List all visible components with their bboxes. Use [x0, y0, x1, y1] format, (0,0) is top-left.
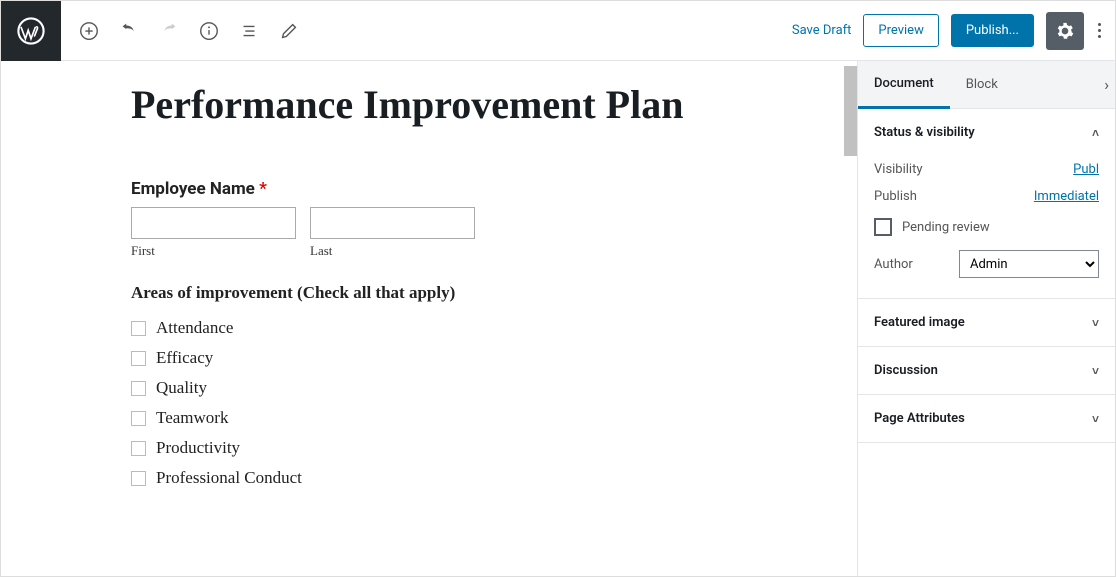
- list-item: Quality: [131, 373, 827, 403]
- undo-button[interactable]: [109, 11, 149, 51]
- author-select[interactable]: Admin: [959, 250, 1099, 278]
- panel-discussion: Discussion˅: [858, 347, 1115, 395]
- toolbar-left-group: [69, 11, 309, 51]
- checkbox-icon[interactable]: [131, 411, 146, 426]
- chevron-right-icon: ›: [1104, 75, 1115, 94]
- employee-name-label: Employee Name *: [131, 179, 827, 199]
- name-fields-row: First Last: [131, 207, 827, 259]
- last-name-column: Last: [310, 207, 475, 259]
- checkbox-label: Teamwork: [156, 408, 228, 428]
- page-title[interactable]: Performance Improvement Plan: [131, 81, 751, 129]
- visibility-value-link[interactable]: Publ: [1073, 162, 1099, 177]
- last-sublabel: Last: [310, 243, 475, 259]
- checkbox-label: Quality: [156, 378, 207, 398]
- tab-block[interactable]: Block: [950, 61, 1014, 109]
- add-block-button[interactable]: [69, 11, 109, 51]
- checkbox-icon[interactable]: [131, 381, 146, 396]
- list-item: Teamwork: [131, 403, 827, 433]
- outline-button[interactable]: [229, 11, 269, 51]
- first-sublabel: First: [131, 243, 296, 259]
- panel-status-visibility: Status & visibility˄ Visibility Publ Pub…: [858, 109, 1115, 299]
- author-row: Author Admin: [874, 240, 1099, 282]
- author-label: Author: [874, 257, 913, 272]
- checkbox-label: Attendance: [156, 318, 233, 338]
- list-item: Attendance: [131, 313, 827, 343]
- publish-label: Publish: [874, 189, 917, 204]
- panel-header-featured-image[interactable]: Featured image˅: [858, 299, 1115, 346]
- chevron-up-icon: ˄: [1092, 126, 1099, 140]
- toolbar-right-group: Save Draft Preview Publish...: [792, 12, 1115, 50]
- panel-header-status[interactable]: Status & visibility˄: [858, 109, 1115, 156]
- checkbox-icon[interactable]: [131, 441, 146, 456]
- settings-sidebar: Document Block › Status & visibility˄ Vi…: [857, 61, 1115, 576]
- save-draft-button[interactable]: Save Draft: [792, 23, 852, 38]
- chevron-down-icon: ˅: [1092, 412, 1099, 426]
- list-item: Professional Conduct: [131, 463, 827, 493]
- chevron-down-icon: ˅: [1092, 316, 1099, 330]
- main-area: ▴ Performance Improvement Plan Employee …: [1, 61, 1115, 576]
- publish-value-link[interactable]: Immediatel: [1034, 189, 1099, 204]
- publish-button[interactable]: Publish...: [951, 14, 1034, 47]
- tab-document[interactable]: Document: [858, 61, 950, 109]
- areas-label: Areas of improvement (Check all that app…: [131, 283, 827, 303]
- areas-checklist: Attendance Efficacy Quality Teamwork Pro…: [131, 313, 827, 493]
- panel-featured-image: Featured image˅: [858, 299, 1115, 347]
- visibility-row: Visibility Publ: [874, 156, 1099, 183]
- checkbox-icon[interactable]: [131, 321, 146, 336]
- preview-button[interactable]: Preview: [863, 14, 938, 47]
- chevron-down-icon: ˅: [1092, 364, 1099, 378]
- checkbox-label: Productivity: [156, 438, 240, 458]
- wordpress-logo[interactable]: [1, 1, 61, 61]
- more-options-button[interactable]: [1096, 19, 1103, 42]
- first-name-column: First: [131, 207, 296, 259]
- panel-page-attributes: Page Attributes˅: [858, 395, 1115, 443]
- sidebar-tabs: Document Block ›: [858, 61, 1115, 109]
- list-item: Efficacy: [131, 343, 827, 373]
- visibility-label: Visibility: [874, 162, 923, 177]
- pending-review-label: Pending review: [902, 220, 990, 235]
- info-button[interactable]: [189, 11, 229, 51]
- last-name-input[interactable]: [310, 207, 475, 239]
- panel-header-page-attributes[interactable]: Page Attributes˅: [858, 395, 1115, 442]
- settings-gear-button[interactable]: [1046, 12, 1084, 50]
- publish-row: Publish Immediatel: [874, 183, 1099, 210]
- panel-body-status: Visibility Publ Publish Immediatel Pendi…: [858, 156, 1115, 298]
- panel-header-discussion[interactable]: Discussion˅: [858, 347, 1115, 394]
- checkbox-label: Efficacy: [156, 348, 213, 368]
- checkbox-icon[interactable]: [131, 351, 146, 366]
- redo-button[interactable]: [149, 11, 189, 51]
- top-toolbar: Save Draft Preview Publish...: [1, 1, 1115, 61]
- list-item: Productivity: [131, 433, 827, 463]
- checkbox-label: Professional Conduct: [156, 468, 302, 488]
- required-mark: *: [259, 179, 267, 199]
- checkbox-icon[interactable]: [131, 471, 146, 486]
- editor-wrap: ▴ Performance Improvement Plan Employee …: [1, 61, 857, 576]
- pending-review-checkbox[interactable]: [874, 218, 892, 236]
- edit-button[interactable]: [269, 11, 309, 51]
- pending-review-row: Pending review: [874, 210, 1099, 240]
- editor-canvas[interactable]: Performance Improvement Plan Employee Na…: [1, 61, 857, 513]
- first-name-input[interactable]: [131, 207, 296, 239]
